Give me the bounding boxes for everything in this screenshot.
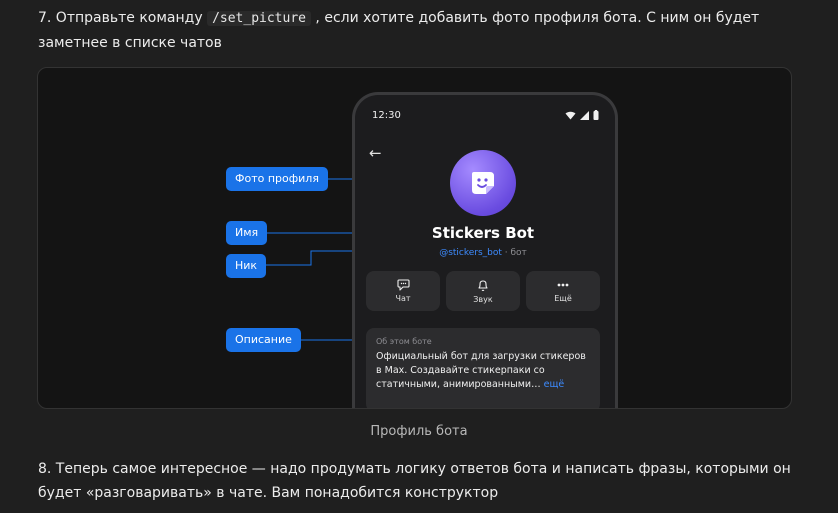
- read-more-link[interactable]: ещё: [544, 379, 565, 390]
- profile-actions: Чат Звук Ещё: [366, 271, 600, 311]
- about-description: Официальный бот для загрузки стикеров в …: [376, 350, 590, 392]
- step-7-text-start: 7. Отправьте команду: [38, 10, 208, 26]
- about-title: Об этом боте: [376, 337, 432, 346]
- phone-mockup: 12:30 ← Stickers Bot @stickers_bot · бот: [352, 92, 618, 408]
- set-picture-command: /set_picture: [207, 11, 311, 26]
- more-dots-icon: [557, 283, 569, 287]
- more-button-label: Ещё: [554, 294, 572, 303]
- signal-icon: [580, 110, 589, 120]
- chat-button-label: Чат: [395, 294, 411, 303]
- sound-button[interactable]: Звук: [446, 271, 520, 311]
- about-bot-card: Об этом боте Официальный бот для загрузк…: [366, 328, 600, 408]
- more-button[interactable]: Ещё: [526, 271, 600, 311]
- bot-nick: @stickers_bot: [439, 248, 502, 258]
- callout-description: Описание: [226, 328, 301, 352]
- step-8-paragraph: 8. Теперь самое интересное — надо продум…: [38, 461, 791, 501]
- callout-nick: Ник: [226, 254, 267, 278]
- bot-handle: @stickers_bot · бот: [355, 248, 611, 258]
- chat-bubble-icon: [396, 279, 410, 291]
- bell-icon: [478, 279, 488, 291]
- step-7-paragraph: 7. Отправьте команду /set_picture , если…: [38, 6, 808, 55]
- sticker-smile-icon: [472, 172, 494, 194]
- bot-avatar: [450, 150, 516, 216]
- figure-caption: Профиль бота: [370, 424, 468, 439]
- back-arrow-icon[interactable]: ←: [369, 145, 382, 161]
- status-icons: [565, 110, 599, 120]
- battery-icon: [593, 110, 599, 120]
- chat-button[interactable]: Чат: [366, 271, 440, 311]
- bot-profile-figure: Фото профиля Имя Ник Описание 12:30 ← St…: [37, 67, 792, 409]
- wifi-icon: [565, 111, 576, 119]
- bot-type-suffix: · бот: [501, 248, 527, 258]
- status-time: 12:30: [372, 110, 401, 121]
- page: 7. Отправьте команду /set_picture , если…: [0, 0, 838, 513]
- callout-name: Имя: [226, 221, 268, 245]
- bot-name: Stickers Bot: [431, 224, 535, 242]
- callout-profile-photo: Фото профиля: [226, 167, 328, 191]
- sound-button-label: Звук: [473, 294, 493, 304]
